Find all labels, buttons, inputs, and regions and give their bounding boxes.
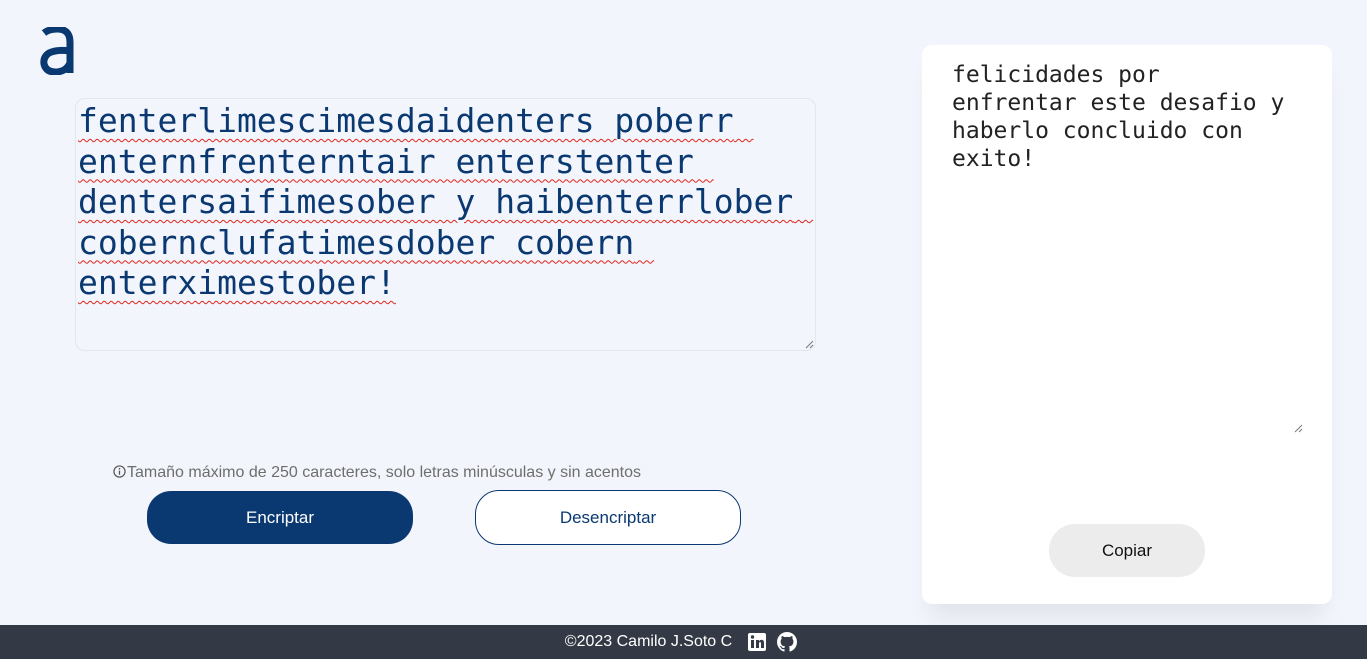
- linkedin-icon[interactable]: [747, 632, 767, 652]
- input-textarea[interactable]: fenterlimescimesdaidenters poberr entern…: [75, 98, 816, 351]
- hint-text: Tamaño máximo de 250 caracteres, solo le…: [127, 464, 642, 481]
- page: fenterlimescimesdaidenters poberr entern…: [0, 0, 1367, 659]
- output-textarea[interactable]: felicidades por enfrentar este desafio y…: [950, 61, 1304, 435]
- info-icon: [113, 465, 126, 478]
- output-card: felicidades por enfrentar este desafio y…: [922, 45, 1332, 604]
- decrypt-button[interactable]: Desencriptar: [475, 490, 741, 545]
- copy-button[interactable]: Copiar: [1049, 524, 1205, 577]
- alura-a-logo-icon: [40, 27, 74, 75]
- github-icon[interactable]: [777, 632, 798, 652]
- hint-message: Tamaño máximo de 250 caracteres, solo le…: [113, 463, 641, 483]
- footer: ©2023 Camilo J.Soto C: [0, 625, 1367, 659]
- resize-grip-icon[interactable]: [805, 340, 814, 349]
- output-text[interactable]: felicidades por enfrentar este desafio y…: [950, 61, 1304, 173]
- input-text[interactable]: fenterlimescimesdaidenters poberr entern…: [78, 101, 815, 304]
- resize-grip-icon[interactable]: [1294, 424, 1303, 433]
- encrypt-button[interactable]: Encriptar: [147, 491, 413, 544]
- footer-credit: ©2023 Camilo J.Soto C: [564, 633, 733, 650]
